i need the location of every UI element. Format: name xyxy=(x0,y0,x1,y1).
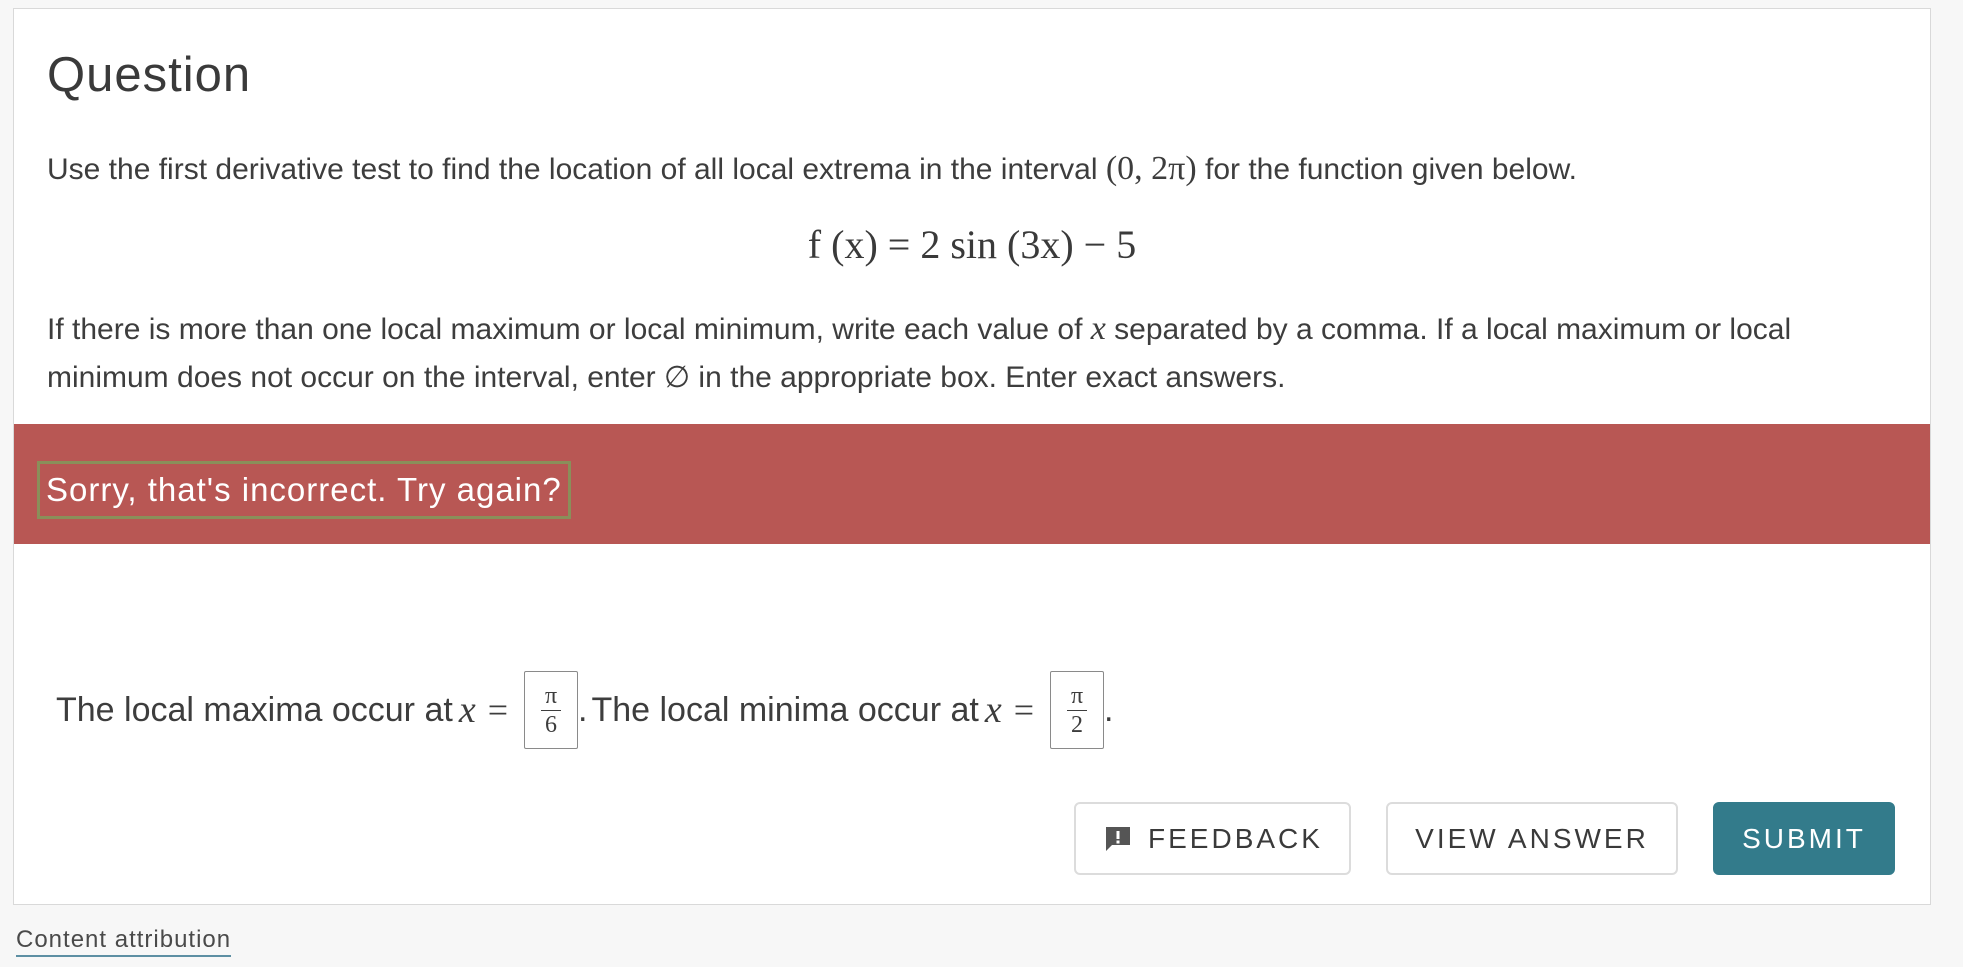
answer-line: The local maxima occur at x = π 6 . The … xyxy=(56,669,1117,751)
question-instructions: If there is more than one local maximum … xyxy=(47,310,1792,394)
feedback-button[interactable]: FEEDBACK xyxy=(1074,802,1351,875)
min-answer-input[interactable]: π 2 xyxy=(1050,671,1105,749)
min-label: The local minima occur at xyxy=(591,690,979,729)
max-answer-input[interactable]: π 6 xyxy=(524,671,578,749)
min-answer-fraction: π 2 xyxy=(1066,682,1088,739)
question-title: Question xyxy=(47,48,252,102)
feedback-icon xyxy=(1102,823,1134,855)
question-prompt: Use the first derivative test to find th… xyxy=(47,150,1577,187)
incorrect-message: Sorry, that's incorrect. Try again? xyxy=(37,461,571,519)
incorrect-banner: Sorry, that's incorrect. Try again? xyxy=(14,424,1930,544)
max-answer-fraction: π 6 xyxy=(540,682,562,739)
question-card: Question Use the first derivative test t… xyxy=(13,8,1931,905)
function-equation: f (x) = 2 sin (3x) − 5 xyxy=(807,222,1137,267)
submit-button[interactable]: SUBMIT xyxy=(1713,802,1895,875)
content-attribution-link[interactable]: Content attribution xyxy=(16,926,232,957)
interval-math: (0, 2π) xyxy=(1105,150,1197,187)
max-label: The local maxima occur at xyxy=(56,690,453,729)
view-answer-button[interactable]: VIEW ANSWER xyxy=(1386,802,1678,875)
